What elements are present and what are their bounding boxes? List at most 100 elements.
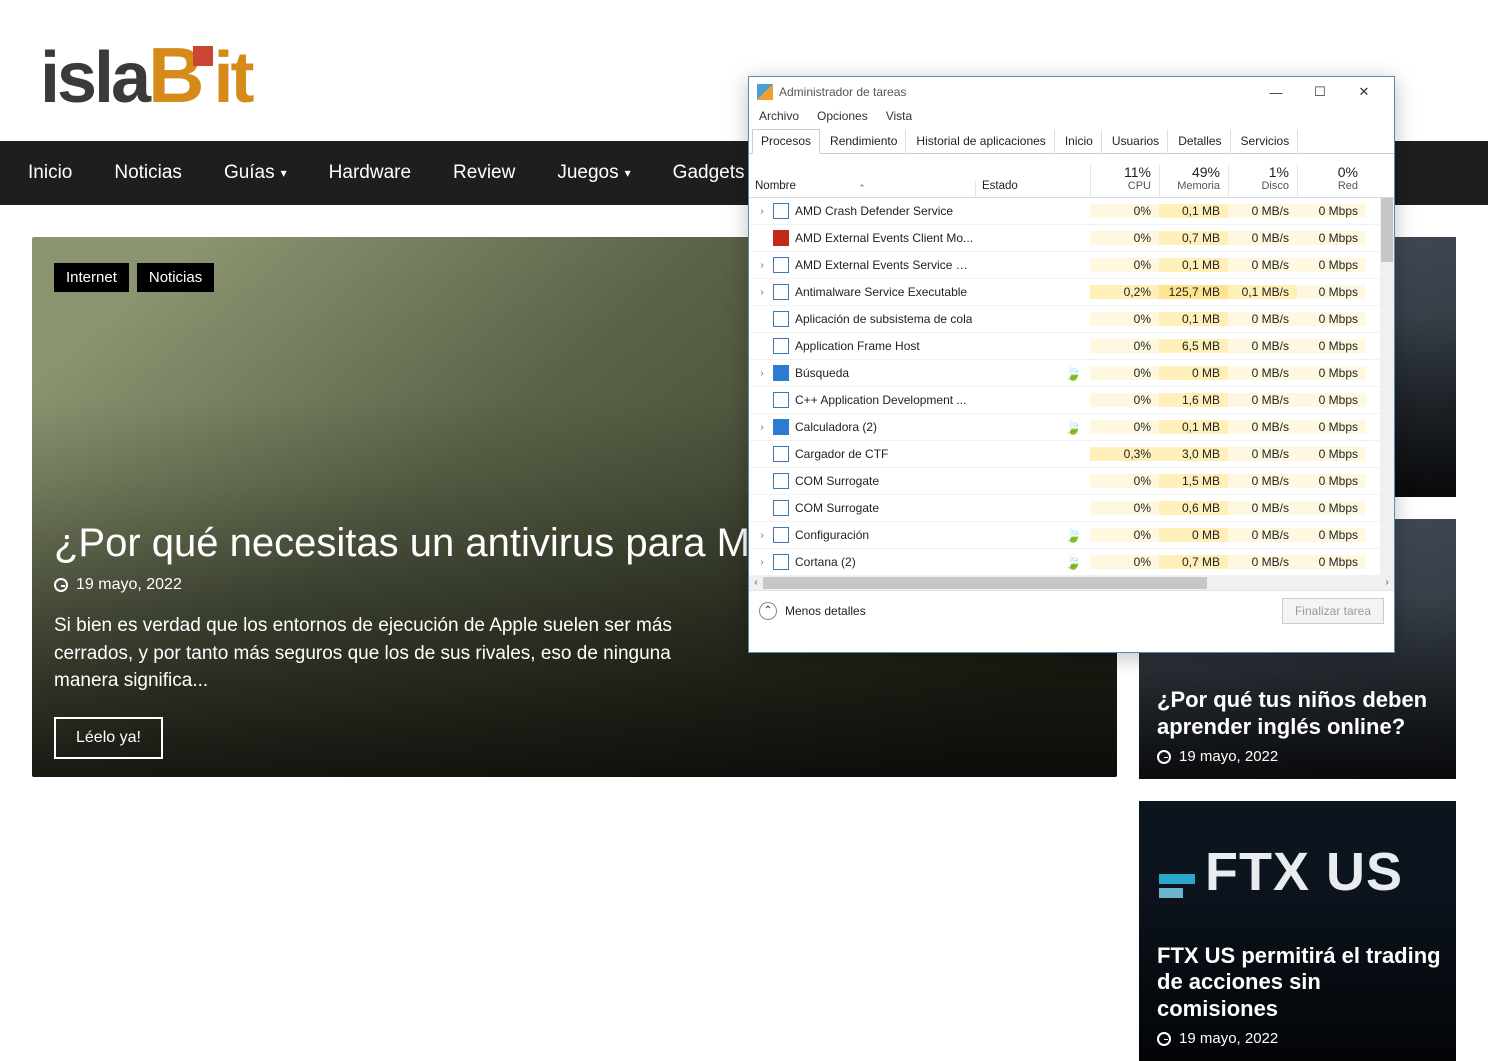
process-name: Calculadora (2)	[795, 420, 877, 434]
read-more-button[interactable]: Léelo ya!	[54, 717, 163, 759]
expand-toggle-icon[interactable]: ›	[757, 530, 767, 541]
tab-inicio[interactable]: Inicio	[1056, 129, 1102, 154]
disk-label: Disco	[1229, 180, 1289, 192]
process-mem-cell: 0 MB	[1159, 528, 1228, 542]
col-header-net[interactable]: 0% Red	[1297, 164, 1366, 197]
process-row[interactable]: ›AMD Crash Defender Service0%0,1 MB0 MB/…	[749, 198, 1394, 225]
process-name: Configuración	[795, 528, 869, 542]
clock-icon	[1157, 750, 1171, 764]
fewer-details-toggle[interactable]: ⌃ Menos detalles	[759, 602, 866, 620]
nav-inicio[interactable]: Inicio	[28, 162, 72, 184]
process-row[interactable]: COM Surrogate0%1,5 MB0 MB/s0 Mbps	[749, 468, 1394, 495]
process-row[interactable]: Application Frame Host0%6,5 MB0 MB/s0 Mb…	[749, 333, 1394, 360]
col-header-name[interactable]: ⌃ Nombre	[749, 180, 975, 197]
expand-toggle-icon[interactable]: ›	[757, 260, 767, 271]
process-net-cell: 0 Mbps	[1297, 285, 1366, 299]
tab-servicios[interactable]: Servicios	[1232, 129, 1299, 154]
nav-guias[interactable]: Guías▾	[224, 162, 287, 184]
nav-review[interactable]: Review	[453, 162, 515, 184]
process-icon	[773, 338, 789, 354]
process-cpu-cell: 0,2%	[1090, 285, 1159, 299]
process-disk-cell: 0 MB/s	[1228, 447, 1297, 461]
process-disk-cell: 0 MB/s	[1228, 501, 1297, 515]
expand-toggle-icon[interactable]: ›	[757, 287, 767, 298]
process-cpu-cell: 0,3%	[1090, 447, 1159, 461]
column-headers: ⌃ Nombre Estado 11% CPU 49% Memoria 1% D…	[749, 154, 1394, 198]
process-cpu-cell: 0%	[1090, 366, 1159, 380]
process-row[interactable]: ›Configuración🍃0%0 MB0 MB/s0 Mbps	[749, 522, 1394, 549]
process-icon	[773, 527, 789, 543]
nav-noticias[interactable]: Noticias	[114, 162, 182, 184]
tag-internet[interactable]: Internet	[54, 263, 129, 292]
process-mem-cell: 6,5 MB	[1159, 339, 1228, 353]
end-task-button[interactable]: Finalizar tarea	[1282, 598, 1384, 624]
hscroll-thumb[interactable]	[763, 577, 1207, 589]
process-row[interactable]: ›AMD External Events Service M...0%0,1 M…	[749, 252, 1394, 279]
vertical-scrollbar[interactable]	[1380, 198, 1394, 576]
nav-gadgets[interactable]: Gadgets	[673, 162, 745, 184]
tab-bar: Procesos Rendimiento Historial de aplica…	[749, 128, 1394, 154]
process-cpu-cell: 0%	[1090, 420, 1159, 434]
cpu-total-pct: 11%	[1091, 164, 1151, 180]
menu-archivo[interactable]: Archivo	[759, 109, 799, 123]
expand-toggle-icon[interactable]: ›	[757, 557, 767, 568]
nav-juegos[interactable]: Juegos▾	[557, 162, 630, 184]
expand-toggle-icon[interactable]: ›	[757, 422, 767, 433]
process-row[interactable]: Cargador de CTF0,3%3,0 MB0 MB/s0 Mbps	[749, 441, 1394, 468]
tab-usuarios[interactable]: Usuarios	[1103, 129, 1168, 154]
process-mem-cell: 0,1 MB	[1159, 312, 1228, 326]
scroll-right-button[interactable]: ›	[1380, 576, 1394, 590]
process-row[interactable]: COM Surrogate0%0,6 MB0 MB/s0 Mbps	[749, 495, 1394, 522]
close-button[interactable]: ✕	[1342, 78, 1386, 106]
col-header-status[interactable]: Estado	[975, 180, 1090, 197]
eco-leaf-icon: 🍃	[1065, 365, 1082, 382]
site-logo[interactable]: isla B it	[40, 30, 251, 121]
titlebar[interactable]: Administrador de tareas — ☐ ✕	[749, 77, 1394, 107]
process-name-cell: COM Surrogate	[749, 473, 975, 489]
process-row[interactable]: ›Cortana (2)🍃0%0,7 MB0 MB/s0 Mbps	[749, 549, 1394, 576]
menu-vista[interactable]: Vista	[886, 109, 912, 123]
process-net-cell: 0 Mbps	[1297, 501, 1366, 515]
process-mem-cell: 1,6 MB	[1159, 393, 1228, 407]
minimize-button[interactable]: —	[1254, 78, 1298, 106]
process-row[interactable]: AMD External Events Client Mo...0%0,7 MB…	[749, 225, 1394, 252]
horizontal-scrollbar[interactable]: ‹ ›	[749, 576, 1394, 590]
process-name: C++ Application Development ...	[795, 393, 966, 407]
collapse-icon: ⌃	[759, 602, 777, 620]
window-title: Administrador de tareas	[779, 85, 1254, 99]
expand-toggle-icon[interactable]: ›	[757, 206, 767, 217]
tab-rendimiento[interactable]: Rendimiento	[821, 129, 906, 154]
process-status-cell: 🍃	[975, 527, 1090, 544]
hscroll-track[interactable]	[763, 576, 1380, 590]
maximize-button[interactable]: ☐	[1298, 78, 1342, 106]
nav-hardware[interactable]: Hardware	[329, 162, 411, 184]
vertical-scrollbar-thumb[interactable]	[1381, 198, 1393, 262]
process-name: Application Frame Host	[795, 339, 920, 353]
col-header-disk[interactable]: 1% Disco	[1228, 164, 1297, 197]
process-disk-cell: 0 MB/s	[1228, 366, 1297, 380]
process-status-cell: 🍃	[975, 554, 1090, 571]
scroll-left-button[interactable]: ‹	[749, 576, 763, 590]
process-row[interactable]: ›Calculadora (2)🍃0%0,1 MB0 MB/s0 Mbps	[749, 414, 1394, 441]
tab-historial[interactable]: Historial de aplicaciones	[907, 129, 1054, 154]
process-net-cell: 0 Mbps	[1297, 366, 1366, 380]
process-name: COM Surrogate	[795, 501, 879, 515]
side-card-2[interactable]: FTX US FTX US permitirá el trading de ac…	[1139, 801, 1456, 1061]
process-row[interactable]: C++ Application Development ...0%1,6 MB0…	[749, 387, 1394, 414]
task-manager-icon	[757, 84, 773, 100]
process-row[interactable]: Aplicación de subsistema de cola0%0,1 MB…	[749, 306, 1394, 333]
process-row[interactable]: ›Búsqueda🍃0%0 MB0 MB/s0 Mbps	[749, 360, 1394, 387]
expand-toggle-icon[interactable]: ›	[757, 368, 767, 379]
col-header-cpu[interactable]: 11% CPU	[1090, 164, 1159, 197]
process-disk-cell: 0 MB/s	[1228, 420, 1297, 434]
tag-noticias[interactable]: Noticias	[137, 263, 214, 292]
tab-procesos[interactable]: Procesos	[752, 129, 820, 154]
tab-detalles[interactable]: Detalles	[1169, 129, 1230, 154]
process-row[interactable]: ›Antimalware Service Executable0,2%125,7…	[749, 279, 1394, 306]
process-name: Cargador de CTF	[795, 447, 888, 461]
window-controls: — ☐ ✕	[1254, 78, 1386, 106]
menu-opciones[interactable]: Opciones	[817, 109, 868, 123]
col-header-memory[interactable]: 49% Memoria	[1159, 164, 1228, 197]
logo-part-1: isla	[40, 37, 148, 119]
process-mem-cell: 3,0 MB	[1159, 447, 1228, 461]
